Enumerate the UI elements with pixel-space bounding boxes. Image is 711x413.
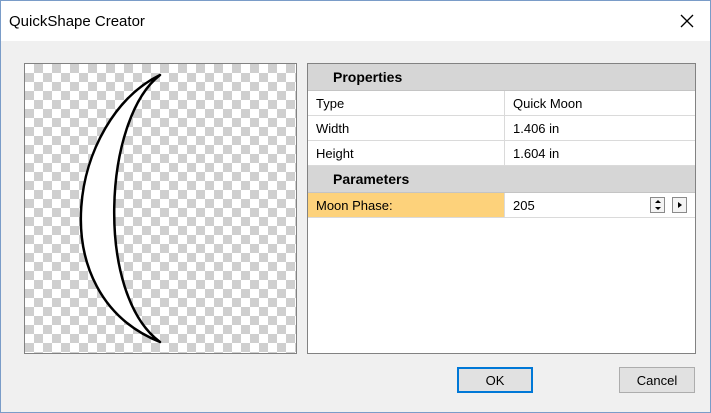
- moon-shape: [79, 73, 162, 344]
- property-label: Width: [308, 116, 505, 140]
- expand-button[interactable]: [672, 197, 687, 213]
- parameter-row-moon-phase[interactable]: Moon Phase: 205: [308, 193, 695, 218]
- quickshape-dialog: QuickShape Creator Properties Type Quick…: [0, 0, 711, 413]
- parameter-label: Moon Phase:: [308, 193, 505, 217]
- right-arrow-icon: [677, 202, 682, 208]
- property-value: 1.406 in: [513, 120, 560, 136]
- property-row-height[interactable]: Height 1.604 in: [308, 141, 695, 166]
- spin-up-down-icon[interactable]: [650, 197, 665, 213]
- property-row-width[interactable]: Width 1.406 in: [308, 116, 695, 141]
- moon-phase-value: 205: [513, 197, 535, 213]
- parameters-section-label: Parameters: [333, 171, 410, 187]
- cancel-button[interactable]: Cancel: [619, 367, 695, 393]
- property-label: Height: [308, 141, 505, 165]
- property-row-type[interactable]: Type Quick Moon: [308, 91, 695, 116]
- dialog-title: QuickShape Creator: [9, 13, 145, 30]
- property-grid: Properties Type Quick Moon Width 1.406 i…: [307, 63, 696, 354]
- close-icon: [680, 14, 694, 28]
- property-value: 1.604 in: [513, 145, 560, 161]
- moon-phase-field[interactable]: 205: [505, 193, 695, 217]
- property-value: Quick Moon: [513, 95, 583, 111]
- spin-down-arrow-icon[interactable]: [654, 207, 661, 210]
- spin-up-arrow-icon[interactable]: [654, 200, 661, 203]
- close-button[interactable]: [664, 1, 710, 41]
- ok-button[interactable]: OK: [457, 367, 533, 393]
- parameters-section-header: Parameters: [308, 166, 695, 193]
- shape-preview: [24, 63, 297, 354]
- properties-section-header: Properties: [308, 64, 695, 91]
- property-label: Type: [308, 91, 505, 115]
- title-bar: QuickShape Creator: [1, 1, 710, 41]
- properties-section-label: Properties: [333, 69, 403, 85]
